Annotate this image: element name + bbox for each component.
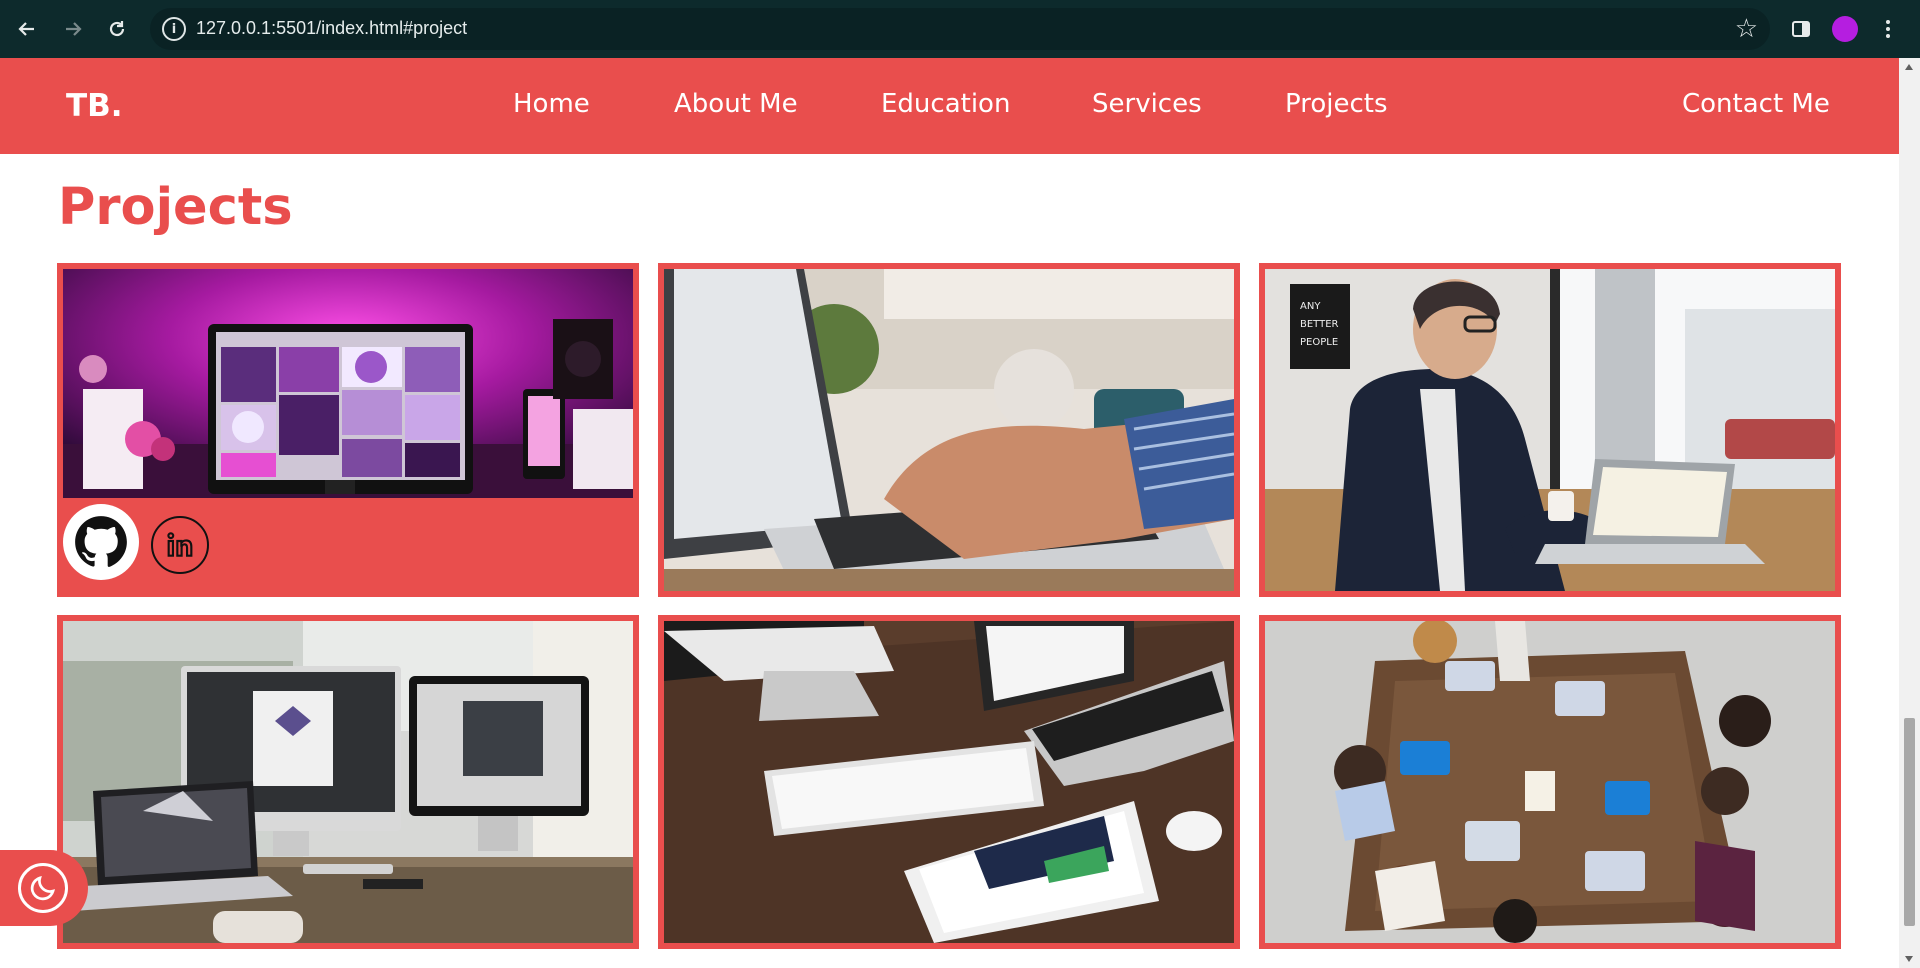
nav-link-contact-me[interactable]: Contact Me (1682, 89, 1830, 119)
kebab-menu-icon[interactable] (1876, 11, 1900, 47)
section-title-projects: Projects (58, 178, 293, 237)
team-meeting-table-photo (1265, 621, 1835, 943)
forward-arrow-icon[interactable] (55, 11, 91, 47)
scroll-up-arrow-icon[interactable] (1905, 64, 1913, 70)
project-social-links (63, 498, 633, 590)
reload-icon[interactable] (99, 11, 135, 47)
apple-devices-desk-photo (664, 621, 1234, 943)
page-scrollbar[interactable] (1899, 58, 1920, 968)
project-card-2[interactable] (658, 263, 1240, 597)
site-logo[interactable]: TB. (66, 88, 123, 124)
side-panel-icon[interactable] (1783, 11, 1819, 47)
moon-icon (18, 863, 68, 913)
project-card-5[interactable] (658, 615, 1240, 949)
project-card-3[interactable]: ANY BETTER PEOPLE (1259, 263, 1841, 597)
nav-link-home[interactable]: Home (513, 89, 590, 119)
svg-text:ANY: ANY (1300, 301, 1321, 312)
project-card-1[interactable] (57, 263, 639, 597)
github-icon[interactable] (63, 504, 139, 580)
bookmark-star-icon[interactable]: ☆ (1735, 14, 1758, 44)
linkedin-icon[interactable] (151, 516, 209, 574)
desk-pink-monitor-photo (63, 269, 633, 498)
address-bar[interactable]: i 127.0.0.1:5501/index.html#project ☆ (150, 8, 1770, 50)
scroll-down-arrow-icon[interactable] (1905, 956, 1913, 962)
man-laptop-cafe-photo: ANY BETTER PEOPLE (1265, 269, 1835, 591)
back-arrow-icon[interactable] (9, 11, 45, 47)
nav-link-education[interactable]: Education (881, 89, 1010, 119)
site-info-icon[interactable]: i (162, 17, 186, 41)
nav-link-projects[interactable]: Projects (1285, 89, 1388, 119)
svg-text:PEOPLE: PEOPLE (1300, 337, 1338, 348)
laptop-typing-photo (664, 269, 1234, 591)
browser-toolbar: i 127.0.0.1:5501/index.html#project ☆ (0, 0, 1920, 58)
theme-toggle-button[interactable] (0, 850, 88, 926)
project-card-6[interactable] (1259, 615, 1841, 949)
site-navbar: TB. Home About Me Education Services Pro… (0, 58, 1899, 154)
project-card-4[interactable] (57, 615, 639, 949)
scroll-thumb[interactable] (1904, 718, 1915, 926)
nav-link-services[interactable]: Services (1092, 89, 1202, 119)
nav-link-about-me[interactable]: About Me (674, 89, 798, 119)
dual-monitor-workspace-photo (63, 621, 633, 943)
address-url[interactable]: 127.0.0.1:5501/index.html#project (196, 18, 467, 39)
profile-avatar[interactable] (1832, 16, 1858, 42)
svg-text:BETTER: BETTER (1300, 319, 1339, 330)
